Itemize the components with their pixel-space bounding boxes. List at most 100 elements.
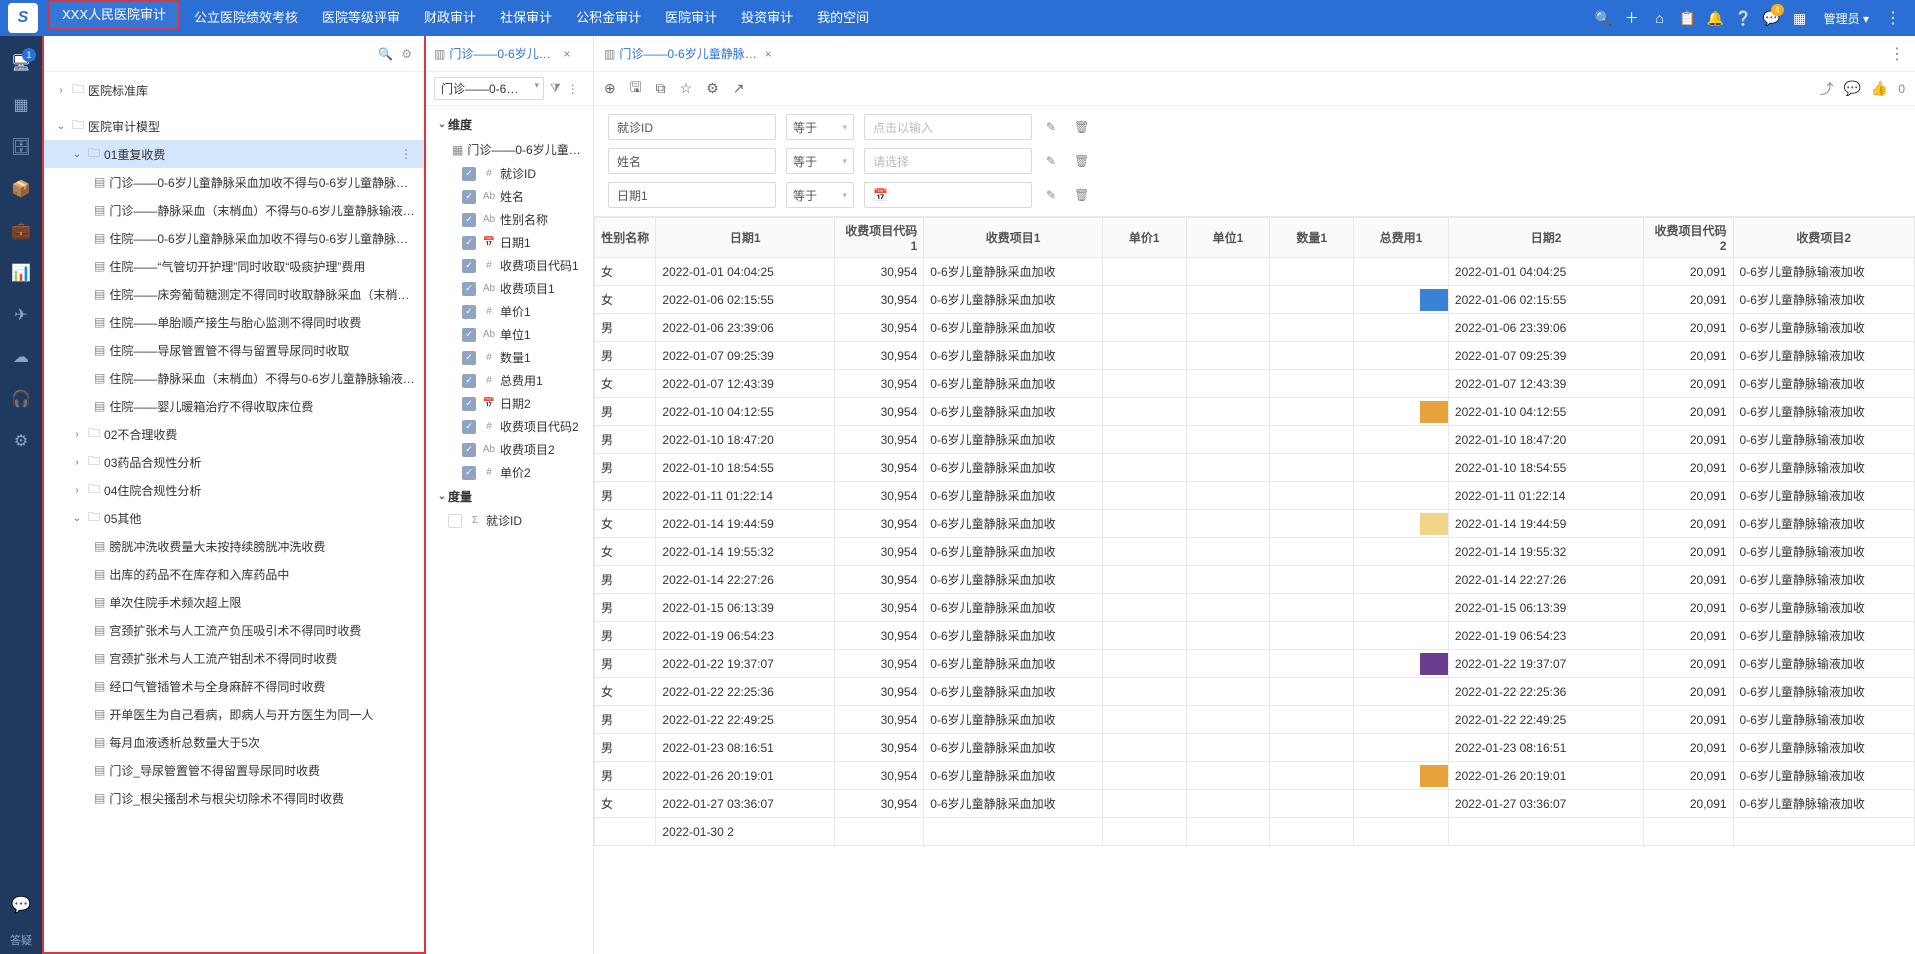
- tree-leaf[interactable]: ▤住院——静脉采血（末梢血）不得与0-6岁儿童静脉输液加收项目同时收…: [44, 364, 424, 392]
- table-row[interactable]: 女2022-01-01 04:04:2530,9540-6岁儿童静脉采血加收20…: [595, 258, 1915, 286]
- tree-leaf[interactable]: ▤单次住院手术频次超上限: [44, 588, 424, 616]
- tree-group-05[interactable]: ⌄ 🗀 05其他: [44, 504, 424, 532]
- dimension-item[interactable]: ✓Ab收费项目2: [426, 438, 593, 461]
- table-row[interactable]: 男2022-01-10 18:47:2030,9540-6岁儿童静脉采血加收20…: [595, 426, 1915, 454]
- checkbox-icon[interactable]: [448, 514, 462, 528]
- comment-icon[interactable]: 💬: [1843, 80, 1860, 97]
- apps-icon[interactable]: ▦: [1786, 0, 1814, 36]
- nav-item[interactable]: 公立医院绩效考核: [182, 0, 310, 36]
- tree-leaf[interactable]: ▤住院——单胎顺产接生与胎心监测不得同时收费: [44, 308, 424, 336]
- nav-item[interactable]: 社保审计: [488, 0, 564, 36]
- checkbox-icon[interactable]: ✓: [462, 397, 476, 411]
- edit-icon[interactable]: ✎: [1042, 188, 1060, 202]
- checkbox-icon[interactable]: ✓: [462, 236, 476, 250]
- tree-leaf[interactable]: ▤每月血液透析总数量大于5次: [44, 728, 424, 756]
- tree-leaf[interactable]: ▤门诊——0-6岁儿童静脉采血加收不得与0-6岁儿童静脉输液加收项目同…: [44, 168, 424, 196]
- delete-icon[interactable]: 🗑: [1070, 120, 1093, 134]
- rail-chat-icon[interactable]: 💬: [0, 884, 42, 926]
- table-row[interactable]: 男2022-01-22 22:49:2530,9540-6岁儿童静脉采血加收20…: [595, 706, 1915, 734]
- search-icon[interactable]: 🔍: [1590, 0, 1618, 36]
- table-row[interactable]: 男2022-01-15 06:13:3930,9540-6岁儿童静脉采血加收20…: [595, 594, 1915, 622]
- filter-field[interactable]: 姓名: [608, 148, 776, 174]
- filter-operator[interactable]: 等于▾: [786, 182, 854, 208]
- rail-briefcase-icon[interactable]: 💼: [0, 210, 42, 252]
- table-row[interactable]: 男2022-01-23 08:16:5130,9540-6岁儿童静脉采血加收20…: [595, 734, 1915, 762]
- dimension-item[interactable]: ✓📅日期2: [426, 392, 593, 415]
- crumb-select[interactable]: 门诊——0-6岁儿童: [434, 77, 544, 100]
- table-row[interactable]: 女2022-01-14 19:55:3230,9540-6岁儿童静脉采血加收20…: [595, 538, 1915, 566]
- dimension-item[interactable]: ✓#收费项目代码1: [426, 254, 593, 277]
- table-row[interactable]: 男2022-01-10 18:54:5530,9540-6岁儿童静脉采血加收20…: [595, 454, 1915, 482]
- filter-field[interactable]: 日期1: [608, 182, 776, 208]
- thumbs-up-icon[interactable]: 👍: [1871, 80, 1888, 97]
- nav-item[interactable]: 财政审计: [412, 0, 488, 36]
- nav-item[interactable]: XXX人民医院审计: [48, 0, 180, 30]
- table-row[interactable]: 女2022-01-27 03:36:0730,9540-6岁儿童静脉采血加收20…: [595, 790, 1915, 818]
- table-row[interactable]: 女2022-01-06 02:15:5530,9540-6岁儿童静脉采血加收20…: [595, 286, 1915, 314]
- checkbox-icon[interactable]: ✓: [462, 328, 476, 342]
- table-row[interactable]: 男2022-01-19 06:54:2330,9540-6岁儿童静脉采血加收20…: [595, 622, 1915, 650]
- tree-leaf[interactable]: ▤门诊_根尖搔刮术与根尖切除术不得同时收费: [44, 784, 424, 812]
- checkbox-icon[interactable]: ✓: [462, 305, 476, 319]
- rail-chart-icon[interactable]: 📊: [0, 252, 42, 294]
- column-header[interactable]: 总费用1: [1354, 218, 1449, 258]
- tree-leaf[interactable]: ▤门诊_导尿管置管不得留置导尿同时收费: [44, 756, 424, 784]
- close-icon[interactable]: ×: [765, 47, 772, 61]
- search-icon[interactable]: 🔍: [374, 47, 397, 61]
- message-icon[interactable]: 💬4: [1758, 0, 1786, 36]
- logo-icon[interactable]: S: [8, 3, 38, 33]
- table-row[interactable]: 女2022-01-14 19:44:5930,9540-6岁儿童静脉采血加收20…: [595, 510, 1915, 538]
- dimension-item[interactable]: ✓Ab姓名: [426, 185, 593, 208]
- dimension-item[interactable]: ✓#总费用1: [426, 369, 593, 392]
- checkbox-icon[interactable]: ✓: [462, 466, 476, 480]
- table-row[interactable]: 男2022-01-10 04:12:5530,9540-6岁儿童静脉采血加收20…: [595, 398, 1915, 426]
- table-row[interactable]: 女2022-01-07 12:43:3930,9540-6岁儿童静脉采血加收20…: [595, 370, 1915, 398]
- bell-icon[interactable]: 🔔: [1702, 0, 1730, 36]
- save-icon[interactable]: 🖫: [630, 77, 642, 101]
- tree-group-02[interactable]: › 🗀 02不合理收费: [44, 420, 424, 448]
- column-header[interactable]: 日期2: [1448, 218, 1643, 258]
- tree-group-03[interactable]: › 🗀 03药品合规性分析: [44, 448, 424, 476]
- filter-value[interactable]: 请选择: [864, 148, 1032, 174]
- tree-leaf[interactable]: ▤膀胱冲洗收费量大未按持续膀胱冲洗收费: [44, 532, 424, 560]
- dimension-item[interactable]: ✓#数量1: [426, 346, 593, 369]
- user-menu[interactable]: 管理员 ▾: [1814, 10, 1879, 27]
- more-icon[interactable]: ⋮: [396, 147, 416, 161]
- tree-root-standard[interactable]: › 🗀 医院标准库: [44, 76, 424, 104]
- checkbox-icon[interactable]: ✓: [462, 213, 476, 227]
- share-icon[interactable]: ⤴: [1819, 79, 1833, 99]
- column-header[interactable]: 单位1: [1186, 218, 1270, 258]
- nav-item[interactable]: 公积金审计: [564, 0, 653, 36]
- edit-icon[interactable]: ✎: [1042, 154, 1060, 168]
- column-header[interactable]: 收费项目1: [924, 218, 1103, 258]
- tree-leaf[interactable]: ▤住院——“气管切开护理”同时收取“吸痰护理”费用: [44, 252, 424, 280]
- filter-value[interactable]: 点击以输入: [864, 114, 1032, 140]
- fields-tab-label[interactable]: 门诊——0-6岁儿童静脉…: [449, 45, 559, 62]
- table-row[interactable]: 男2022-01-26 20:19:0130,9540-6岁儿童静脉采血加收20…: [595, 762, 1915, 790]
- gear-icon[interactable]: ⚙: [706, 80, 719, 97]
- rail-monitor-icon[interactable]: 🖥1: [0, 42, 42, 84]
- filter-icon[interactable]: ⚙: [397, 47, 416, 61]
- tree-leaf[interactable]: ▤住院——0-6岁儿童静脉采血加收不得与0-6岁儿童静脉输液加收项目同…: [44, 224, 424, 252]
- dimension-item[interactable]: ✓#就诊ID: [426, 162, 593, 185]
- column-header[interactable]: 收费项目2: [1733, 218, 1914, 258]
- dimension-item[interactable]: ✓📅日期1: [426, 231, 593, 254]
- rail-db-icon[interactable]: 🗄: [0, 126, 42, 168]
- tree-group-04[interactable]: › 🗀 04住院合规性分析: [44, 476, 424, 504]
- nav-item[interactable]: 医院审计: [653, 0, 729, 36]
- copy-icon[interactable]: ⧉: [656, 80, 666, 97]
- dimension-item[interactable]: ✓Ab收费项目1: [426, 277, 593, 300]
- home-icon[interactable]: ⌂: [1646, 0, 1674, 36]
- table-row[interactable]: 男2022-01-22 19:37:0730,9540-6岁儿童静脉采血加收20…: [595, 650, 1915, 678]
- column-header[interactable]: 日期1: [656, 218, 835, 258]
- tree-leaf[interactable]: ▤宫颈扩张术与人工流产负压吸引术不得同时收费: [44, 616, 424, 644]
- column-header[interactable]: 单价1: [1102, 218, 1186, 258]
- tree-leaf[interactable]: ▤住院——床旁葡萄糖测定不得同时收取静脉采血（末梢血）项目: [44, 280, 424, 308]
- dimension-item[interactable]: ✓Ab单位1: [426, 323, 593, 346]
- column-header[interactable]: 收费项目代码2: [1644, 218, 1733, 258]
- more-icon[interactable]: ⋮: [567, 82, 579, 96]
- tree-group-01[interactable]: ⌄ 🗀 01重复收费 ⋮: [44, 140, 424, 168]
- tree-leaf[interactable]: ▤住院——导尿管置管不得与留置导尿同时收取: [44, 336, 424, 364]
- table-row[interactable]: 男2022-01-14 22:27:2630,9540-6岁儿童静脉采血加收20…: [595, 566, 1915, 594]
- delete-icon[interactable]: 🗑: [1070, 188, 1093, 202]
